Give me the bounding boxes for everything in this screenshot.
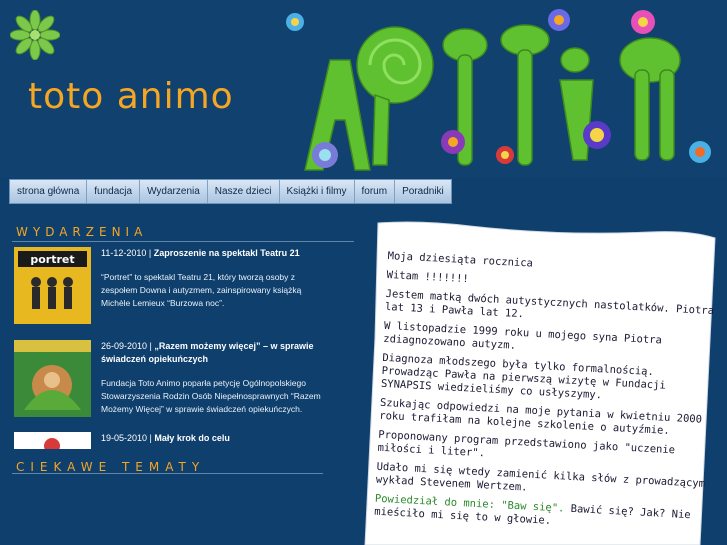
news-summary: “Portret” to spektakl Teatru 21, który t… (101, 272, 302, 308)
news-text: 11-12-2010 | Zaproszenie na spektakl Tea… (101, 247, 331, 310)
portret-thumbnail[interactable]: portret (14, 247, 91, 324)
news-date: 19-05-2010 | (101, 433, 152, 443)
site-title[interactable]: toto animo (28, 76, 234, 117)
news-text: 19-05-2010 | Mały krok do celu (101, 432, 331, 445)
nav-item-books-films[interactable]: Książki i filmy (279, 180, 355, 203)
news-thumbnail[interactable] (14, 432, 91, 449)
news-title-link[interactable]: Zaproszenie na spektakl Teatru 21 (154, 248, 300, 258)
nav-item-forum[interactable]: forum (354, 180, 396, 203)
topics-divider (12, 473, 323, 474)
svg-text:portret: portret (30, 253, 74, 266)
topics-heading: CIEKAWE TEMATY (16, 460, 206, 474)
news-item: 26-09-2010 | „Razem możemy więcej” – w s… (14, 340, 334, 420)
news-headline: 11-12-2010 | Zaproszenie na spektakl Tea… (101, 247, 331, 260)
nav-item-foundation[interactable]: fundacja (87, 180, 141, 203)
flower-logo-icon (10, 10, 60, 60)
news-date: 11-12-2010 | (101, 248, 152, 258)
letter-text: Moja dziesiąta rocznica Witam !!!!!!! Je… (374, 250, 718, 542)
plasticine-art-illustration (286, 9, 711, 171)
events-divider (12, 241, 354, 242)
news-text: 26-09-2010 | „Razem możemy więcej” – w s… (101, 340, 331, 416)
razem-thumbnail[interactable] (14, 340, 91, 417)
news-title-link[interactable]: Mały krok do celu (154, 433, 230, 443)
nav-item-home[interactable]: strona główna (10, 180, 88, 203)
news-date: 26-09-2010 | (101, 341, 152, 351)
nav-item-events[interactable]: Wydarzenia (140, 180, 208, 203)
news-summary: Fundacja Toto Animo poparła petycję Ogól… (101, 378, 321, 414)
events-heading: WYDARZENIA (16, 225, 148, 239)
news-headline: 26-09-2010 | „Razem możemy więcej” – w s… (101, 340, 331, 366)
main-navigation: strona główna fundacja Wydarzenia Nasze … (9, 179, 452, 204)
nav-item-our-children[interactable]: Nasze dzieci (207, 180, 280, 203)
nav-item-guides[interactable]: Poradniki (395, 180, 451, 203)
news-headline: 19-05-2010 | Mały krok do celu (101, 432, 331, 445)
header: toto animo (0, 0, 727, 178)
news-item: portret 11-12-2010 | Zaproszenie na spek… (14, 247, 334, 327)
news-item: 19-05-2010 | Mały krok do celu (14, 432, 334, 449)
